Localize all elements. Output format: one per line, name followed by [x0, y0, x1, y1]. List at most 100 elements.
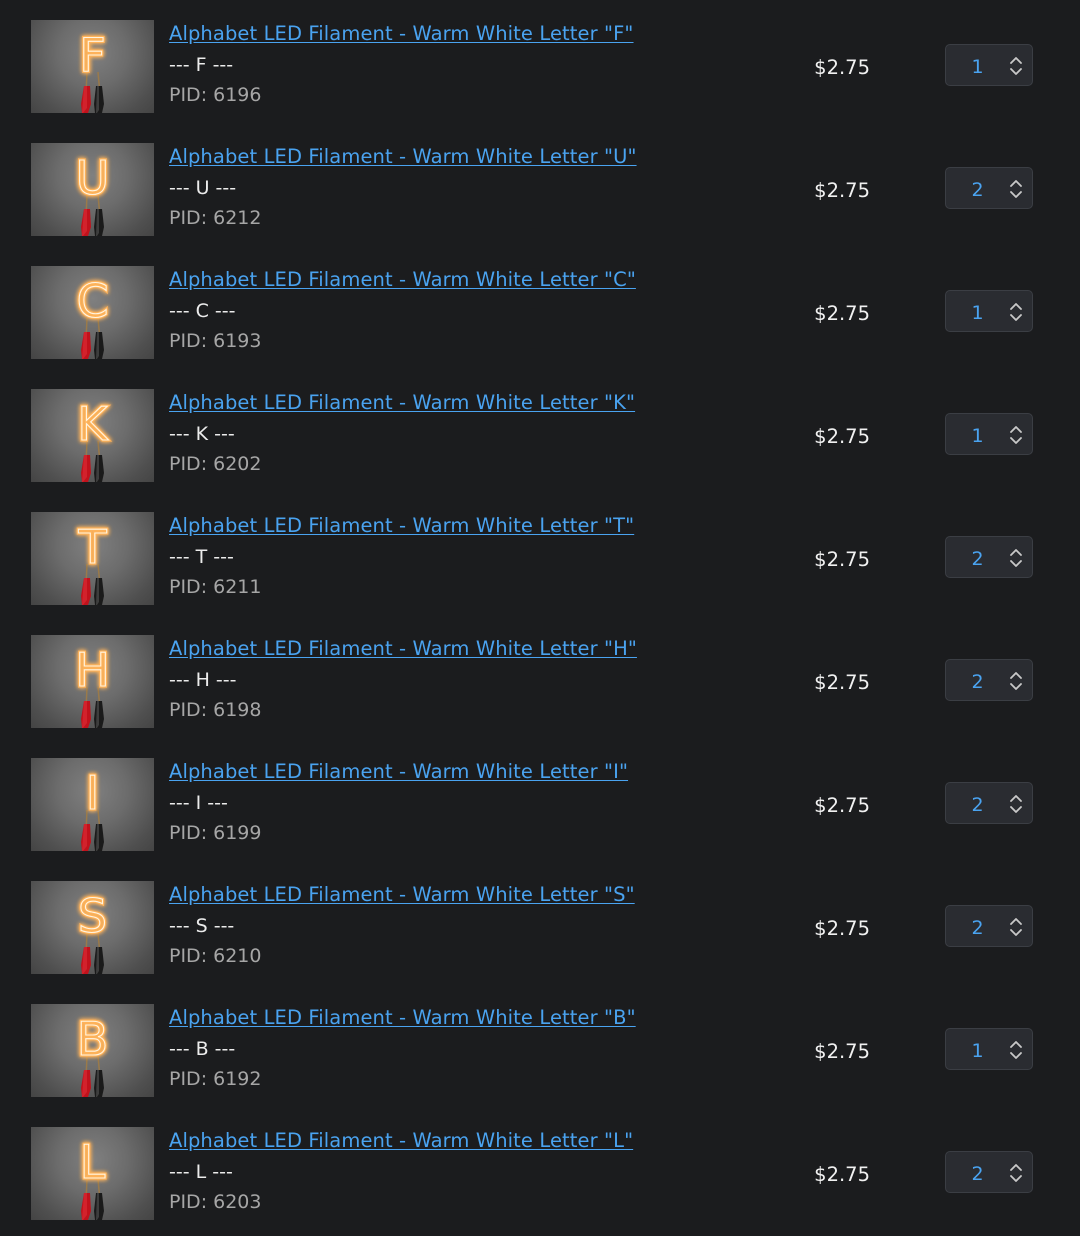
filament-letter-core: T: [77, 520, 107, 574]
product-variant: --- U ---: [169, 177, 237, 199]
filament-letter-image: KK: [76, 395, 111, 482]
product-price: $2.75: [814, 548, 870, 571]
product-variant: --- H ---: [169, 669, 237, 691]
product-title-link[interactable]: Alphabet LED Filament - Warm White Lette…: [169, 22, 634, 45]
product-variant: --- C ---: [169, 300, 236, 322]
chevron-up-down-icon[interactable]: [1009, 670, 1023, 692]
filament-letter-image: HH: [74, 641, 111, 728]
product-price: $2.75: [814, 917, 870, 940]
filament-letter-image: FF: [78, 26, 107, 113]
quantity-input[interactable]: 2: [945, 659, 1033, 701]
product-price: $2.75: [814, 425, 870, 448]
filament-letter-image: BB: [75, 1010, 110, 1097]
chevron-up-down-icon[interactable]: [1009, 547, 1023, 569]
product-variant: --- L ---: [169, 1161, 233, 1183]
product-thumbnail[interactable]: FF: [31, 20, 154, 113]
product-thumbnail[interactable]: II: [31, 758, 154, 851]
product-pid: PID: 6210: [169, 945, 262, 967]
product-variant: --- I ---: [169, 792, 228, 814]
cart-item-list: FF Alphabet LED Filament - Warm White Le…: [0, 0, 1080, 1236]
product-pid: PID: 6196: [169, 84, 262, 106]
filament-letter-core: H: [75, 643, 110, 697]
filament-letter-image: SS: [76, 887, 109, 974]
quantity-input[interactable]: 2: [945, 1151, 1033, 1193]
quantity-input[interactable]: 1: [945, 1028, 1033, 1070]
cart-item-row: HH Alphabet LED Filament - Warm White Le…: [0, 615, 1080, 738]
product-pid: PID: 6202: [169, 453, 262, 475]
product-pid: PID: 6199: [169, 822, 262, 844]
quantity-value: 2: [971, 548, 984, 570]
quantity-input[interactable]: 2: [945, 536, 1033, 578]
filament-letter-core: K: [77, 397, 109, 451]
product-price: $2.75: [814, 1163, 870, 1186]
quantity-value: 2: [971, 179, 984, 201]
filament-letter-core: L: [80, 1135, 106, 1189]
product-pid: PID: 6198: [169, 699, 262, 721]
chevron-up-down-icon[interactable]: [1009, 178, 1023, 200]
product-price: $2.75: [814, 56, 870, 79]
product-thumbnail[interactable]: SS: [31, 881, 154, 974]
filament-letter-core: I: [86, 766, 100, 820]
cart-item-row: II Alphabet LED Filament - Warm White Le…: [0, 738, 1080, 861]
cart-item-row: UU Alphabet LED Filament - Warm White Le…: [0, 123, 1080, 246]
quantity-input[interactable]: 1: [945, 290, 1033, 332]
product-pid: PID: 6211: [169, 576, 262, 598]
chevron-up-down-icon[interactable]: [1009, 793, 1023, 815]
filament-letter-image: LL: [78, 1133, 107, 1220]
cart-item-row: TT Alphabet LED Filament - Warm White Le…: [0, 492, 1080, 615]
product-price: $2.75: [814, 794, 870, 817]
product-variant: --- F ---: [169, 54, 234, 76]
product-thumbnail[interactable]: KK: [31, 389, 154, 482]
filament-letter-image: II: [81, 764, 104, 851]
product-price: $2.75: [814, 1040, 870, 1063]
quantity-value: 1: [971, 425, 984, 447]
quantity-value: 1: [971, 1040, 984, 1062]
cart-item-row: FF Alphabet LED Filament - Warm White Le…: [0, 0, 1080, 123]
filament-letter-core: S: [78, 889, 107, 943]
quantity-value: 2: [971, 671, 984, 693]
chevron-up-down-icon[interactable]: [1009, 424, 1023, 446]
product-thumbnail[interactable]: TT: [31, 512, 154, 605]
filament-letter-image: UU: [74, 149, 111, 236]
filament-letter-image: CC: [75, 272, 110, 359]
chevron-up-down-icon[interactable]: [1009, 301, 1023, 323]
filament-letter-core: F: [79, 28, 105, 82]
chevron-up-down-icon[interactable]: [1009, 1039, 1023, 1061]
product-title-link[interactable]: Alphabet LED Filament - Warm White Lette…: [169, 760, 628, 783]
product-pid: PID: 6193: [169, 330, 262, 352]
quantity-value: 1: [971, 302, 984, 324]
product-thumbnail[interactable]: LL: [31, 1127, 154, 1220]
chevron-up-down-icon[interactable]: [1009, 1162, 1023, 1184]
filament-letter-core: C: [76, 274, 108, 328]
product-title-link[interactable]: Alphabet LED Filament - Warm White Lette…: [169, 637, 637, 660]
quantity-value: 2: [971, 1163, 984, 1185]
quantity-input[interactable]: 1: [945, 44, 1033, 86]
chevron-up-down-icon[interactable]: [1009, 55, 1023, 77]
chevron-up-down-icon[interactable]: [1009, 916, 1023, 938]
product-title-link[interactable]: Alphabet LED Filament - Warm White Lette…: [169, 883, 635, 906]
quantity-input[interactable]: 2: [945, 905, 1033, 947]
product-variant: --- B ---: [169, 1038, 236, 1060]
quantity-input[interactable]: 2: [945, 782, 1033, 824]
quantity-input[interactable]: 2: [945, 167, 1033, 209]
product-thumbnail[interactable]: UU: [31, 143, 154, 236]
quantity-value: 2: [971, 917, 984, 939]
filament-letter-image: TT: [76, 518, 109, 605]
product-thumbnail[interactable]: CC: [31, 266, 154, 359]
filament-letter-core: B: [77, 1012, 109, 1066]
product-title-link[interactable]: Alphabet LED Filament - Warm White Lette…: [169, 391, 635, 414]
quantity-value: 1: [971, 56, 984, 78]
product-title-link[interactable]: Alphabet LED Filament - Warm White Lette…: [169, 268, 636, 291]
product-thumbnail[interactable]: BB: [31, 1004, 154, 1097]
quantity-input[interactable]: 1: [945, 413, 1033, 455]
product-title-link[interactable]: Alphabet LED Filament - Warm White Lette…: [169, 514, 634, 537]
product-title-link[interactable]: Alphabet LED Filament - Warm White Lette…: [169, 145, 637, 168]
product-title-link[interactable]: Alphabet LED Filament - Warm White Lette…: [169, 1129, 633, 1152]
quantity-value: 2: [971, 794, 984, 816]
product-title-link[interactable]: Alphabet LED Filament - Warm White Lette…: [169, 1006, 636, 1029]
product-price: $2.75: [814, 302, 870, 325]
product-pid: PID: 6203: [169, 1191, 262, 1213]
filament-letter-core: U: [76, 151, 110, 205]
product-price: $2.75: [814, 671, 870, 694]
product-thumbnail[interactable]: HH: [31, 635, 154, 728]
